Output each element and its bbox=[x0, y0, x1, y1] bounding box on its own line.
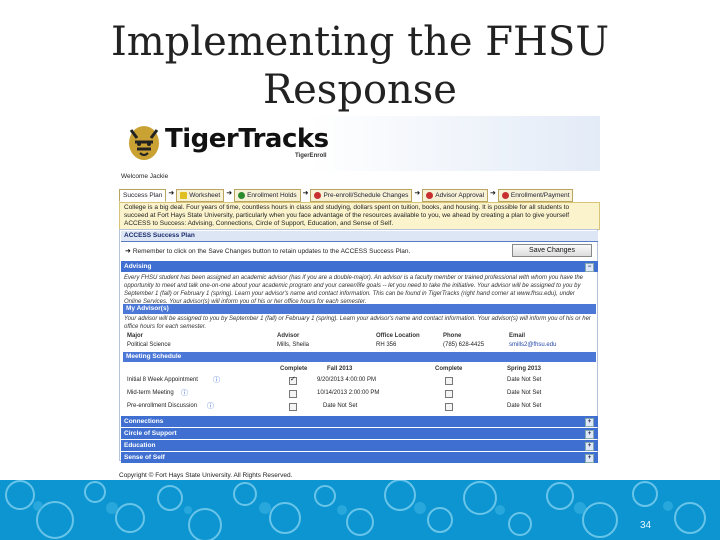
blocked-icon bbox=[501, 192, 509, 199]
arrow-right-icon: ➜ bbox=[490, 190, 496, 197]
tab-enrollment-holds[interactable]: Enrollment Holds bbox=[234, 189, 301, 202]
meeting-name: Pre-enrollment Discussion bbox=[127, 403, 198, 409]
tab-label: Enrollment/Payment bbox=[510, 192, 570, 199]
column-header-advisor: Advisor bbox=[277, 333, 300, 339]
section-label: Circle of Support bbox=[124, 430, 177, 437]
arrow-right-icon: ➜ bbox=[226, 190, 233, 197]
section-label: Connections bbox=[124, 418, 164, 425]
circle-pattern-icon bbox=[5, 480, 706, 540]
save-changes-button[interactable]: Save Changes bbox=[512, 244, 592, 257]
meeting-schedule-header: Meeting Schedule bbox=[123, 352, 596, 362]
copyright-text: Copyright © Fort Hays State University. … bbox=[119, 472, 293, 479]
welcome-text: Welcome Jackie bbox=[121, 173, 169, 180]
spring-date: Date Not Set bbox=[507, 390, 542, 396]
slide-title: Implementing the FHSU Response bbox=[0, 18, 720, 114]
tab-label: Enrollment Holds bbox=[247, 192, 297, 199]
fall-date: 9/20/2013 4:00:00 PM bbox=[317, 377, 377, 383]
advising-text: Every FHSU student has been assigned an … bbox=[124, 275, 584, 305]
tab-advisor-approval[interactable]: Advisor Approval bbox=[422, 189, 489, 202]
tab-worksheet[interactable]: Worksheet bbox=[176, 189, 225, 202]
column-header-complete-fall: Complete bbox=[280, 366, 308, 372]
section-label: Advising bbox=[124, 263, 152, 270]
app-banner: TigerTracks TigerEnroll bbox=[117, 116, 600, 171]
brand-subtitle: TigerEnroll bbox=[295, 153, 327, 159]
spring-complete-checkbox[interactable] bbox=[445, 390, 453, 398]
advisor-phone: (785) 628-4425 bbox=[443, 342, 485, 348]
help-icon[interactable]: ⓘ bbox=[207, 401, 214, 411]
expand-icon[interactable]: + bbox=[585, 430, 594, 439]
fall-complete-checkbox[interactable] bbox=[289, 403, 297, 411]
column-header-email: Email bbox=[509, 333, 526, 339]
brand-name: TigerTracks bbox=[165, 124, 329, 154]
section-connections[interactable]: Connections + bbox=[121, 416, 598, 427]
column-header-phone: Phone bbox=[443, 333, 462, 339]
help-icon[interactable]: ⓘ bbox=[213, 375, 220, 385]
tab-label: Advisor Approval bbox=[435, 192, 485, 199]
expand-icon[interactable]: + bbox=[585, 442, 594, 451]
expand-icon[interactable]: + bbox=[585, 454, 594, 463]
section-label: Education bbox=[124, 442, 156, 449]
section-sense-of-self[interactable]: Sense of Self + bbox=[121, 452, 598, 463]
spring-complete-checkbox[interactable] bbox=[445, 403, 453, 411]
slide-title-line-1: Implementing the FHSU bbox=[110, 19, 610, 65]
my-advisors-header: My Advisor(s) bbox=[123, 304, 596, 314]
fall-complete-checkbox[interactable] bbox=[289, 390, 297, 398]
column-header-spring: Spring 2013 bbox=[507, 366, 542, 372]
tab-label: Success Plan bbox=[123, 192, 163, 199]
arrow-right-icon: ➜ bbox=[168, 190, 175, 197]
tab-label: Worksheet bbox=[189, 192, 221, 199]
process-tabs: Success Plan ➜ Worksheet ➜ Enrollment Ho… bbox=[119, 189, 598, 202]
tab-enrollment-payment[interactable]: Enrollment/Payment bbox=[497, 189, 574, 202]
fall-complete-checkbox[interactable] bbox=[289, 375, 297, 385]
expand-icon[interactable]: + bbox=[585, 418, 594, 427]
section-advising[interactable]: Advising − bbox=[121, 261, 598, 272]
blocked-icon bbox=[426, 192, 434, 199]
save-reminder-text: Remember to click on the Save Changes bu… bbox=[132, 248, 411, 255]
tab-pre-enroll[interactable]: Pre-enroll/Schedule Changes bbox=[310, 189, 413, 202]
section-label: Sense of Self bbox=[124, 454, 165, 461]
column-header-office: Office Location bbox=[376, 333, 420, 339]
blocked-icon bbox=[314, 192, 322, 199]
slide-title-line-2: Response bbox=[263, 67, 457, 113]
advisor-major: Political Science bbox=[127, 342, 171, 348]
advisor-email-link[interactable]: smills2@fhsu.edu bbox=[509, 342, 556, 348]
arrow-right-icon: ➜ bbox=[302, 190, 309, 197]
plan-header: ACCESS Success Plan bbox=[121, 231, 598, 242]
save-reminder: ➜ Remember to click on the Save Changes … bbox=[125, 247, 410, 255]
warning-icon bbox=[180, 192, 188, 199]
tiger-logo-icon bbox=[129, 126, 159, 160]
decorative-footer-band bbox=[0, 480, 720, 540]
tigertracks-screenshot: TigerTracks TigerEnroll Welcome Jackie S… bbox=[117, 116, 600, 486]
advisor-office: RH 356 bbox=[376, 342, 397, 348]
meeting-name: Initial 8 Week Appointment bbox=[127, 377, 198, 383]
column-header-fall: Fall 2013 bbox=[327, 366, 353, 372]
intro-message: College is a big deal. Four years of tim… bbox=[119, 202, 600, 230]
spring-complete-checkbox[interactable] bbox=[445, 377, 453, 385]
check-icon bbox=[238, 192, 246, 199]
tab-label: Pre-enroll/Schedule Changes bbox=[323, 192, 409, 199]
advisor-name: Mills, Sheila bbox=[277, 342, 310, 348]
fall-date: 10/14/2013 2:00:00 PM bbox=[317, 390, 380, 396]
spring-date: Date Not Set bbox=[507, 377, 542, 383]
fall-date: Date Not Set bbox=[323, 403, 358, 409]
column-header-major: Major bbox=[127, 333, 144, 339]
section-circle-of-support[interactable]: Circle of Support + bbox=[121, 428, 598, 439]
collapse-icon[interactable]: − bbox=[585, 263, 594, 272]
arrow-right-icon: ➜ bbox=[414, 190, 421, 197]
my-advisors-text: Your advisor will be assigned to you by … bbox=[124, 316, 591, 330]
arrow-right-icon: ➜ bbox=[125, 248, 133, 255]
section-education[interactable]: Education + bbox=[121, 440, 598, 451]
column-header-complete-spring: Complete bbox=[435, 366, 463, 372]
meeting-name: Mid-term Meeting bbox=[127, 390, 174, 396]
spring-date: Date Not Set bbox=[507, 403, 542, 409]
slide-page-number: 34 bbox=[640, 520, 652, 531]
tab-success-plan[interactable]: Success Plan bbox=[119, 189, 167, 202]
help-icon[interactable]: ⓘ bbox=[181, 388, 188, 398]
